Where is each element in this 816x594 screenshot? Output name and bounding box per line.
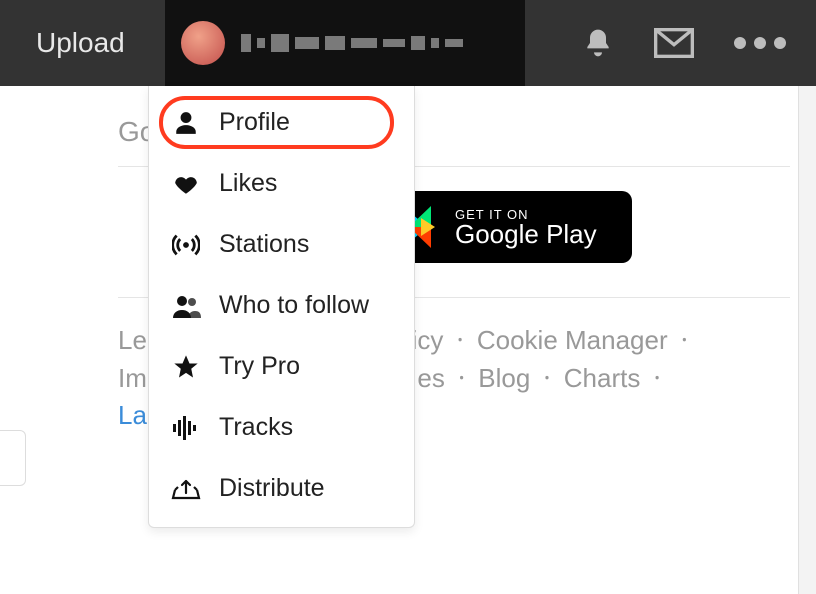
footer-link-charts[interactable]: Charts xyxy=(564,363,641,393)
broadcast-icon xyxy=(171,233,201,257)
menu-item-profile[interactable]: Profile xyxy=(149,92,414,153)
google-play-bottom-label: Google Play xyxy=(455,221,597,247)
menu-item-stations[interactable]: Stations xyxy=(149,214,414,275)
user-menu-trigger[interactable] xyxy=(165,0,525,86)
footer-fragment[interactable]: Le xyxy=(118,325,147,355)
upload-link[interactable]: Upload xyxy=(36,27,125,59)
menu-item-label: Distribute xyxy=(219,474,325,503)
footer-link-blog[interactable]: Blog xyxy=(478,363,530,393)
username-redacted xyxy=(241,34,463,52)
footer-fragment[interactable]: Im xyxy=(118,363,147,393)
topbar-right-cluster xyxy=(582,27,804,59)
google-play-text: GET IT ON Google Play xyxy=(455,208,597,247)
menu-item-label: Stations xyxy=(219,230,309,259)
menu-item-distribute[interactable]: Distribute xyxy=(149,458,414,519)
menu-item-label: Likes xyxy=(219,169,277,198)
notifications-icon[interactable] xyxy=(582,27,614,59)
menu-item-label: Profile xyxy=(219,108,290,137)
top-nav-bar: Upload xyxy=(0,0,816,86)
footer-link-language[interactable]: La xyxy=(118,400,147,430)
user-dropdown-menu: Profile Likes Stations Who to follow xyxy=(148,86,415,528)
menu-item-likes[interactable]: Likes xyxy=(149,153,414,214)
footer-fragment[interactable]: es xyxy=(417,363,444,393)
messages-icon[interactable] xyxy=(654,28,694,58)
star-icon xyxy=(171,353,201,381)
menu-item-tracks[interactable]: Tracks xyxy=(149,397,414,458)
menu-item-label: Tracks xyxy=(219,413,293,442)
collapsed-panel-stub xyxy=(0,430,26,486)
avatar xyxy=(181,21,225,65)
people-icon xyxy=(171,293,201,319)
menu-item-who-to-follow[interactable]: Who to follow xyxy=(149,275,414,336)
menu-item-label: Try Pro xyxy=(219,352,300,381)
menu-item-try-pro[interactable]: Try Pro xyxy=(149,336,414,397)
distribute-icon xyxy=(171,476,201,502)
heart-icon xyxy=(171,171,201,197)
more-menu-icon[interactable] xyxy=(734,37,786,49)
google-play-badge[interactable]: GET IT ON Google Play xyxy=(387,191,632,263)
footer-link-cookie-manager[interactable]: Cookie Manager xyxy=(477,325,668,355)
waveform-icon xyxy=(171,415,201,441)
menu-item-label: Who to follow xyxy=(219,291,369,320)
person-icon xyxy=(171,110,201,136)
